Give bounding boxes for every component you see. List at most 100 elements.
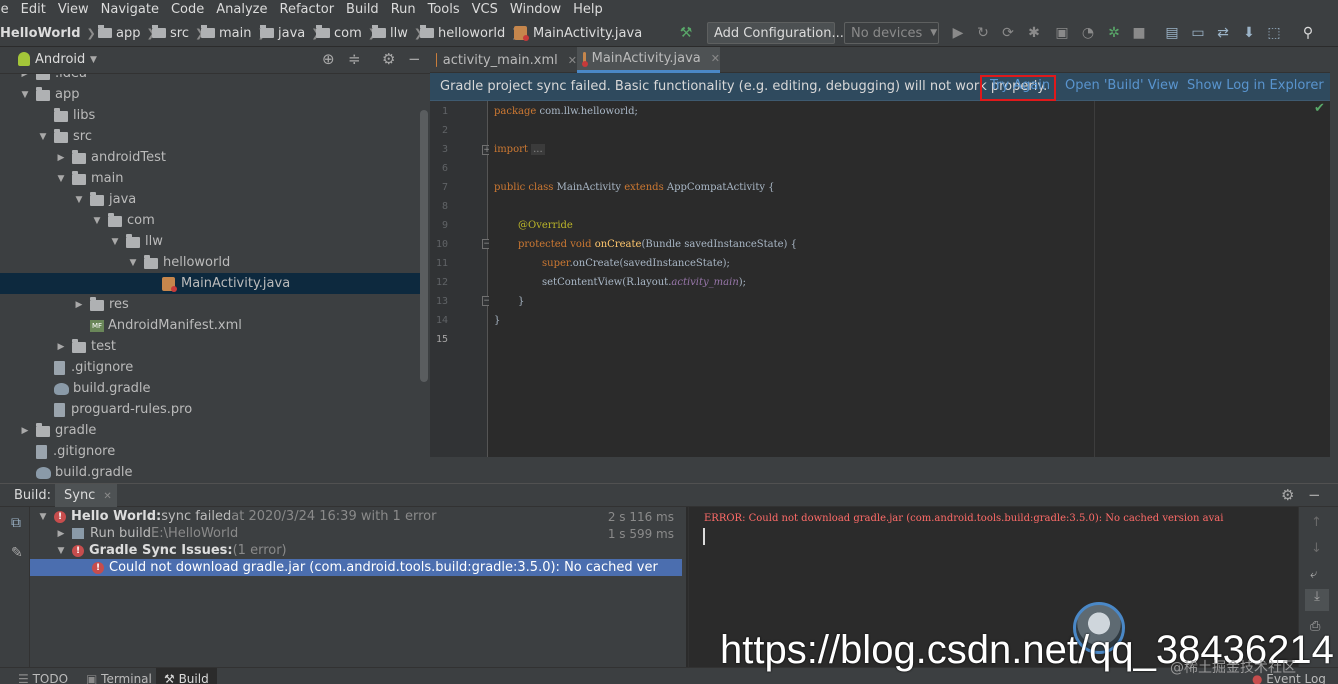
menu-code[interactable]: Code bbox=[165, 2, 210, 17]
chevron-down-icon[interactable]: ▼ bbox=[38, 132, 48, 142]
tree-item[interactable]: .gitignore bbox=[0, 357, 422, 378]
chevron-right-icon[interactable]: ▶ bbox=[20, 426, 30, 436]
chevron-down-icon[interactable]: ▼ bbox=[74, 195, 84, 205]
tree-item[interactable]: build.gradle bbox=[0, 378, 422, 399]
menu-window[interactable]: Window bbox=[504, 2, 567, 17]
close-icon[interactable]: ✕ bbox=[568, 54, 577, 67]
sdk-manager-icon[interactable]: ⬇ bbox=[1241, 25, 1257, 41]
menu-help[interactable]: Help bbox=[567, 2, 609, 17]
code-editor[interactable]: package com.llw.helloworld; import ... p… bbox=[489, 101, 1330, 457]
terminal-tab[interactable]: ▣ Terminal bbox=[86, 672, 152, 684]
try-again-link[interactable]: Try Again bbox=[980, 75, 1056, 101]
soft-wrap-icon[interactable]: ⤶ bbox=[1310, 567, 1317, 582]
tab-sync[interactable]: Sync ✕ bbox=[55, 484, 117, 507]
stop-icon[interactable]: ■ bbox=[1131, 25, 1147, 41]
tree-item[interactable]: ▼ main bbox=[0, 168, 422, 189]
menu-vcs[interactable]: VCS bbox=[466, 2, 504, 17]
chevron-down-icon[interactable]: ▼ bbox=[128, 258, 138, 268]
tree-item[interactable]: build.gradle bbox=[0, 462, 422, 483]
tree-item[interactable]: ▶ gradle bbox=[0, 420, 422, 441]
tree-item[interactable]: ▶ test bbox=[0, 336, 422, 357]
tree-item[interactable]: libs bbox=[0, 105, 422, 126]
close-icon[interactable]: ✕ bbox=[711, 52, 720, 65]
menu-run[interactable]: Run bbox=[385, 2, 422, 17]
tree-item[interactable]: ▶ androidTest bbox=[0, 147, 422, 168]
apply-code-icon[interactable]: ⟳ bbox=[1000, 25, 1016, 41]
menu-tools[interactable]: Tools bbox=[422, 2, 466, 17]
breadcrumb-app[interactable]: app❯ bbox=[98, 24, 156, 42]
tree-item[interactable]: ▼ com bbox=[0, 210, 422, 231]
tree-item[interactable]: ▶ res bbox=[0, 294, 422, 315]
breadcrumb-java[interactable]: java❯ bbox=[260, 24, 320, 42]
project-scrollbar[interactable] bbox=[420, 110, 428, 382]
chevron-down-icon[interactable]: ▼ bbox=[56, 174, 66, 184]
apply-changes-icon[interactable]: ↻ bbox=[975, 25, 991, 41]
build-tab[interactable]: ⚒ Build bbox=[156, 668, 217, 684]
tree-item[interactable]: ▼ llw bbox=[0, 231, 422, 252]
toggle-view-icon[interactable]: ⧉ bbox=[11, 515, 21, 531]
add-configuration-button[interactable]: Add Configuration... bbox=[707, 22, 844, 44]
device-selector[interactable]: No devices ▼ bbox=[844, 22, 939, 44]
tree-item[interactable]: proguard-rules.pro bbox=[0, 399, 422, 420]
breadcrumb-main[interactable]: main❯ bbox=[201, 24, 267, 42]
search-icon[interactable]: ⚲ bbox=[1300, 25, 1316, 41]
chevron-right-icon[interactable]: ▶ bbox=[56, 529, 66, 539]
tree-item[interactable]: ▼ src bbox=[0, 126, 422, 147]
breadcrumb-llw[interactable]: llw ❯ bbox=[372, 24, 423, 42]
locate-icon[interactable]: ⊕ bbox=[322, 50, 335, 68]
menu-file[interactable]: le bbox=[0, 2, 15, 17]
open-build-view-link[interactable]: Open 'Build' View bbox=[1065, 78, 1179, 93]
profile-icon[interactable]: ◔ bbox=[1080, 25, 1096, 41]
chevron-right-icon[interactable]: ▶ bbox=[74, 300, 84, 310]
hammer-icon[interactable]: ⚒ bbox=[678, 25, 694, 41]
tree-row-sync[interactable]: ▼ ! Hello World: sync failed at 2020/3/2… bbox=[30, 508, 682, 525]
arrow-up-icon[interactable]: ↑ bbox=[1311, 515, 1322, 530]
chevron-down-icon[interactable]: ▼ bbox=[110, 237, 120, 247]
breadcrumb-file[interactable]: MainActivity.java bbox=[514, 24, 642, 42]
tree-item[interactable]: MainActivity.java bbox=[0, 273, 422, 294]
project-structure-icon[interactable]: ▤ bbox=[1164, 25, 1180, 41]
tree-row-error[interactable]: ! Could not download gradle.jar (com.and… bbox=[30, 559, 682, 576]
run-icon[interactable]: ▶ bbox=[950, 25, 966, 41]
chevron-down-icon[interactable]: ▼ bbox=[90, 55, 97, 65]
chevron-down-icon[interactable]: ▼ bbox=[20, 90, 30, 100]
layout-inspector-icon[interactable]: ⬚ bbox=[1266, 25, 1282, 41]
chevron-down-icon[interactable]: ▼ bbox=[56, 546, 66, 556]
show-log-link[interactable]: Show Log in Explorer bbox=[1187, 78, 1324, 93]
scroll-to-end-icon[interactable]: ⤓ bbox=[1305, 589, 1329, 611]
attach-debugger-icon[interactable]: ✲ bbox=[1106, 25, 1122, 41]
tree-item[interactable]: ▼ app bbox=[0, 84, 422, 105]
debug-icon[interactable]: ✱ bbox=[1026, 25, 1042, 41]
minimize-icon[interactable]: − bbox=[1308, 486, 1321, 504]
breadcrumb-helloworld[interactable]: helloworld❯ bbox=[420, 24, 520, 42]
chevron-down-icon[interactable]: ▼ bbox=[38, 512, 48, 522]
sync-gradle-icon[interactable]: ⇄ bbox=[1215, 25, 1231, 41]
tree-item[interactable]: ▼ helloworld bbox=[0, 252, 422, 273]
todo-tab[interactable]: ☰ TODO bbox=[18, 672, 68, 684]
tab-main-activity[interactable]: MainActivity.java ✕ bbox=[577, 47, 720, 73]
breadcrumb-com[interactable]: com❯ bbox=[316, 24, 377, 42]
pin-icon[interactable]: ✎ bbox=[11, 545, 23, 561]
menu-analyze[interactable]: Analyze bbox=[210, 2, 273, 17]
close-icon[interactable]: ✕ bbox=[103, 491, 111, 502]
gear-icon[interactable]: ⚙ bbox=[1281, 486, 1294, 504]
menu-view[interactable]: View bbox=[52, 2, 95, 17]
tree-item[interactable]: MF AndroidManifest.xml bbox=[0, 315, 422, 336]
minimize-icon[interactable]: − bbox=[408, 50, 421, 68]
collapse-all-icon[interactable]: ≑ bbox=[348, 50, 361, 68]
tree-item[interactable]: ▼ java bbox=[0, 189, 422, 210]
tree-row-sync-issues[interactable]: ▼ ! Gradle Sync Issues: (1 error) bbox=[30, 542, 682, 559]
menu-build[interactable]: Build bbox=[340, 2, 385, 17]
coverage-icon[interactable]: ▣ bbox=[1054, 25, 1070, 41]
menu-navigate[interactable]: Navigate bbox=[95, 2, 165, 17]
breadcrumb-src[interactable]: src ❯ bbox=[152, 24, 204, 42]
menu-edit[interactable]: Edit bbox=[15, 2, 52, 17]
avd-manager-icon[interactable]: ▭ bbox=[1190, 25, 1206, 41]
menu-refactor[interactable]: Refactor bbox=[274, 2, 341, 17]
chevron-right-icon[interactable]: ▶ bbox=[20, 74, 30, 79]
tree-item[interactable]: .gitignore bbox=[0, 441, 422, 462]
chevron-right-icon[interactable]: ▶ bbox=[56, 342, 66, 352]
chevron-right-icon[interactable]: ▶ bbox=[56, 153, 66, 163]
tree-item[interactable]: ▶ .idea bbox=[0, 74, 422, 84]
tab-activity-main[interactable]: activity_main.xml ✕ bbox=[430, 47, 577, 73]
